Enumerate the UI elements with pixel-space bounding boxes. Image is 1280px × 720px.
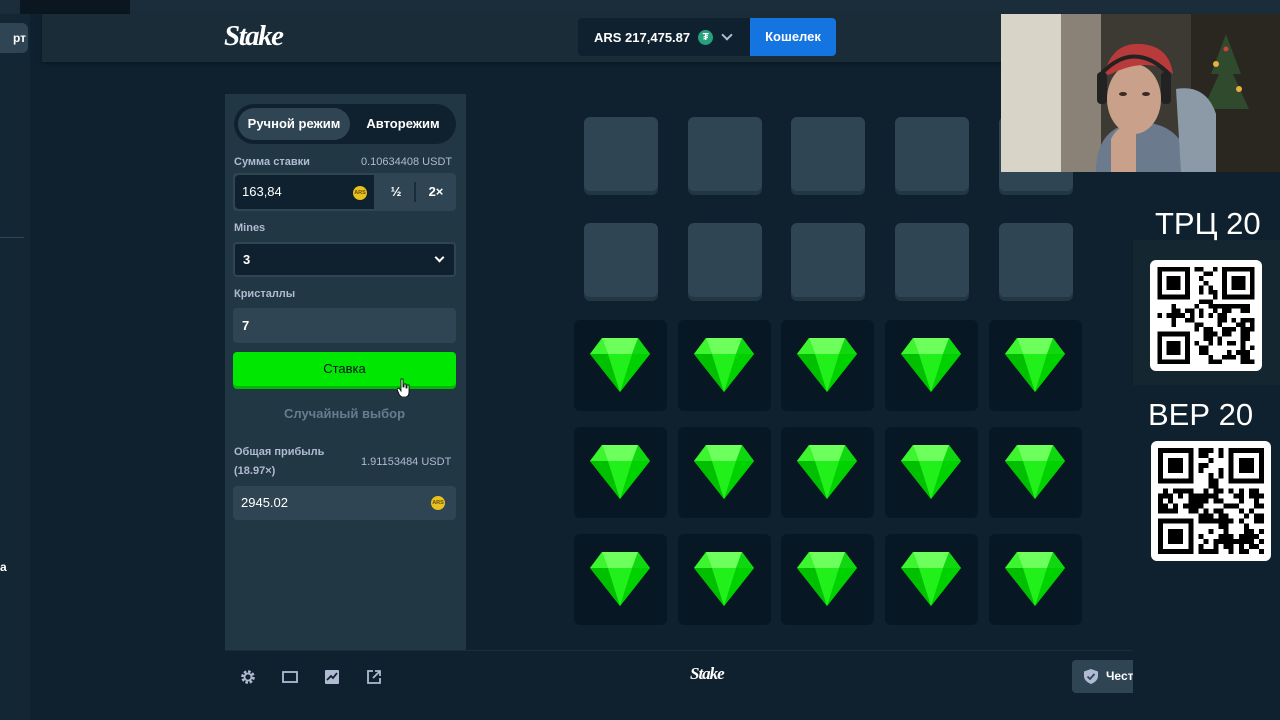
gem-icon (590, 445, 650, 499)
revealed-gem-tile (781, 427, 874, 518)
gem-icon (797, 445, 857, 499)
profit-converted: 1.91153484 USDT (361, 456, 452, 468)
hidden-tile[interactable] (584, 117, 658, 191)
revealed-gem-tile (885, 320, 978, 411)
gem-icon (694, 552, 754, 606)
hidden-tile[interactable] (688, 223, 762, 297)
gems-field: 7 (233, 308, 456, 343)
tab-auto-mode[interactable]: Авторежим (354, 108, 452, 140)
footer-stake-logo: Stake (690, 664, 725, 683)
stake-logo[interactable]: Stake (224, 20, 284, 53)
bet-button[interactable]: Ставка (233, 352, 456, 386)
bet-amount-value: 163,84 (242, 184, 282, 199)
gem-icon (694, 445, 754, 499)
half-bet-button[interactable]: ½ (378, 173, 414, 211)
stats-chart-icon[interactable] (323, 668, 341, 686)
gems-label: Кристаллы (234, 288, 296, 300)
tether-icon: ₮ (698, 29, 714, 45)
revealed-gem-tile (989, 320, 1082, 411)
gem-icon (797, 338, 857, 392)
mode-switch: Ручной режим Авторежим (234, 104, 456, 144)
popout-icon[interactable] (365, 668, 383, 686)
profit-value: 2945.02 (241, 495, 288, 510)
gem-icon (1005, 338, 1065, 392)
balance-amount: ARS 217,475.87 (594, 29, 691, 45)
gem-icon (694, 338, 754, 392)
hidden-tile[interactable] (791, 223, 865, 297)
hidden-tile[interactable] (895, 117, 969, 191)
qr-code-1 (1150, 260, 1262, 371)
promo-code-1: ТРЦ 20 (1155, 206, 1261, 241)
revealed-gem-tile (781, 320, 874, 411)
mines-select[interactable]: 3 (233, 242, 456, 277)
streamer-webcam-image (1001, 14, 1280, 172)
gem-icon (590, 338, 650, 392)
bet-amount-label: Сумма ставки (234, 156, 310, 168)
chevron-down-icon (721, 29, 733, 41)
ars-coin-icon: ARS (353, 186, 367, 200)
gem-icon (1005, 552, 1065, 606)
bet-amount-group: 163,84 ARS ½ 2× (233, 173, 456, 211)
revealed-gem-tile (781, 534, 874, 625)
revealed-gem-tile (678, 427, 771, 518)
revealed-gem-tile (678, 320, 771, 411)
left-sidebar-divider (0, 237, 24, 238)
profit-label: Общая прибыль (234, 446, 325, 458)
mines-label: Mines (234, 222, 266, 234)
revealed-gem-tile (574, 427, 667, 518)
hidden-tile[interactable] (999, 223, 1073, 297)
revealed-gem-tile (989, 534, 1082, 625)
gem-icon (797, 552, 857, 606)
revealed-gem-tile (574, 320, 667, 411)
left-sidebar-strip (0, 14, 30, 720)
browser-top-strip-dark (20, 0, 130, 14)
shield-check-icon (1084, 669, 1098, 684)
bet-amount-converted: 0.10634408 USDT (361, 156, 453, 168)
chevron-down-icon (434, 252, 445, 263)
gem-icon (1005, 445, 1065, 499)
hidden-tile[interactable] (688, 117, 762, 191)
browser-top-strip (0, 0, 1280, 14)
gem-icon (590, 552, 650, 606)
revealed-gem-tile (885, 427, 978, 518)
revealed-gem-tile (885, 534, 978, 625)
random-pick-button[interactable]: Случайный выбор (233, 397, 456, 431)
qr-code-image (1158, 448, 1264, 554)
gem-icon (901, 445, 961, 499)
bet-amount-input[interactable]: 163,84 ARS (235, 175, 374, 209)
revealed-gem-tile (989, 427, 1082, 518)
qr-code-2 (1151, 441, 1271, 561)
mines-value: 3 (243, 252, 251, 267)
hidden-tile[interactable] (584, 223, 658, 297)
wallet-button[interactable]: Кошелек (750, 18, 836, 56)
left-sidebar (0, 14, 42, 720)
hidden-tile[interactable] (791, 117, 865, 191)
revealed-gem-tile (678, 534, 771, 625)
left-sidebar-text: а (0, 560, 7, 574)
left-sidebar-pill[interactable]: рт (0, 23, 28, 53)
profit-multiplier: (18.97×) (234, 465, 276, 477)
hand-cursor-icon (397, 378, 410, 398)
webcam-overlay (1001, 14, 1280, 172)
hidden-tile[interactable] (895, 223, 969, 297)
profit-field: 2945.02 ARS (233, 486, 456, 520)
double-bet-button[interactable]: 2× (416, 173, 456, 211)
ars-coin-icon: ARS (431, 496, 445, 510)
theatre-mode-icon[interactable] (281, 668, 299, 686)
tab-manual-mode[interactable]: Ручной режим (238, 108, 350, 140)
settings-icon[interactable] (239, 668, 257, 686)
balance-dropdown[interactable]: ARS 217,475.87 ₮ (578, 18, 750, 56)
qr-code-image (1157, 267, 1255, 364)
promo-code-2: ВЕР 20 (1148, 397, 1254, 432)
revealed-gem-tile (574, 534, 667, 625)
gem-icon (901, 338, 961, 392)
gem-icon (901, 552, 961, 606)
